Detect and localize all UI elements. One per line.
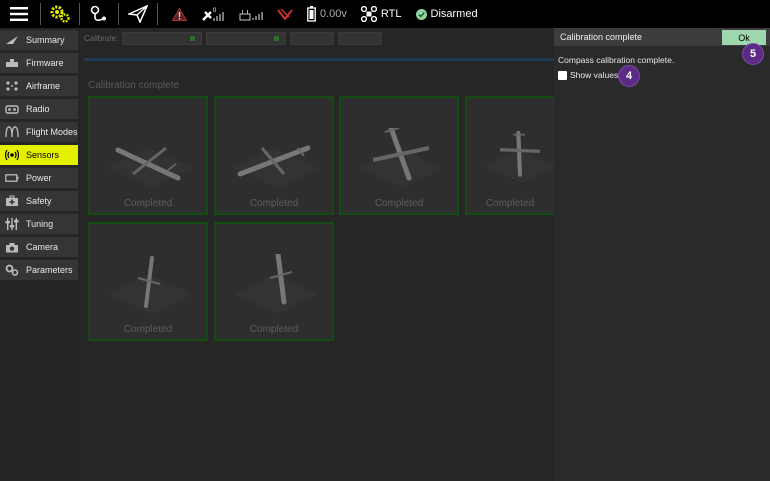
orientation-tile: Completed: [214, 96, 334, 215]
tile-status-label: Completed: [249, 324, 299, 335]
checkmark-circle-icon: [415, 8, 427, 20]
sidebar-item-label: Parameters: [26, 265, 73, 275]
calibrate-label: Calibrate:: [84, 34, 119, 43]
airframe-icon: [4, 80, 20, 92]
battery-indicator[interactable]: 0.00v: [307, 0, 347, 28]
sidebar-item-label: Camera: [26, 242, 59, 252]
power-icon: [4, 172, 20, 184]
flight-mode-indicator[interactable]: RTL: [360, 0, 402, 28]
sidebar-item-sensors[interactable]: Sensors: [0, 145, 78, 165]
calibration-complete-dialog: Calibration complete Ok Compass calibrat…: [554, 28, 770, 481]
orientation-tile: Completed: [88, 222, 208, 341]
summary-icon: [4, 34, 20, 46]
sensors-icon: [4, 149, 20, 161]
warning-icon[interactable]: [172, 0, 187, 28]
sidebar-item-flight-modes[interactable]: Flight Modes: [0, 122, 78, 142]
sidebar-item-safety[interactable]: Safety: [0, 191, 78, 211]
parameters-icon: [4, 264, 20, 276]
tuning-icon: [4, 218, 20, 230]
ok-button[interactable]: Ok: [722, 30, 766, 45]
orientation-tile: Completed: [339, 96, 459, 215]
sidebar-item-label: Summary: [26, 35, 65, 45]
sidebar-item-airframe[interactable]: Airframe: [0, 76, 78, 96]
toolbar-divider: [79, 3, 80, 25]
tile-status-label: Completed: [123, 324, 173, 335]
sidebar-item-label: Firmware: [26, 58, 64, 68]
fly-view-icon[interactable]: [121, 0, 155, 28]
vehicle-orientation-image: [234, 145, 318, 188]
vehicle-setup-gears-icon[interactable]: [43, 0, 77, 28]
sidebar-item-label: Tuning: [26, 219, 54, 229]
firmware-icon: [4, 57, 20, 69]
sidebar-item-summary[interactable]: Summary: [0, 30, 78, 50]
radio-icon: [4, 103, 20, 115]
calibrate-compass-button[interactable]: [122, 32, 203, 45]
arm-status-indicator[interactable]: Disarmed: [415, 0, 478, 28]
arm-status-label: Disarmed: [430, 8, 478, 20]
gps-icon[interactable]: 0: [201, 0, 225, 28]
sidebar-item-label: Flight Modes: [26, 127, 78, 137]
setup-sidebar: Summary Firmware Airframe Radio Flight M…: [0, 28, 80, 481]
telemetry-rssi-icon[interactable]: [277, 0, 293, 28]
calibration-status-title: Calibration complete: [88, 80, 180, 91]
sidebar-item-label: Power: [26, 173, 52, 183]
show-values-label: Show values: [570, 70, 619, 80]
svg-text:0: 0: [213, 8, 217, 14]
tile-status-label: Completed: [374, 198, 424, 209]
flight-modes-icon: [4, 126, 20, 138]
dialog-header: Calibration complete Ok: [554, 28, 770, 46]
sidebar-item-firmware[interactable]: Firmware: [0, 53, 78, 73]
sidebar-item-label: Sensors: [26, 150, 60, 160]
tile-status-label: Completed: [123, 198, 173, 209]
vehicle-orientation-image: [234, 254, 318, 314]
vehicle-orientation-image: [485, 130, 555, 183]
status-dot: [190, 36, 196, 41]
status-dot: [274, 36, 280, 41]
toolbar-divider: [157, 3, 158, 25]
orientation-tile: Completed: [88, 96, 208, 215]
safety-icon: [4, 195, 20, 207]
toolbar-divider: [40, 3, 41, 25]
sidebar-item-label: Radio: [26, 104, 50, 114]
calibration-progress-bar: [84, 58, 554, 61]
sidebar-item-label: Safety: [26, 196, 52, 206]
calibrate-level-horizon-button[interactable]: [290, 32, 335, 45]
show-values-row[interactable]: Show values: [558, 70, 618, 80]
dialog-title: Calibration complete: [560, 32, 643, 42]
sidebar-item-parameters[interactable]: Parameters: [0, 260, 78, 280]
battery-icon: [307, 6, 316, 22]
step-badge: 5: [742, 43, 764, 65]
sidebar-item-camera[interactable]: Camera: [0, 237, 78, 257]
battery-voltage: 0.00v: [320, 8, 347, 20]
show-values-checkbox[interactable]: [558, 70, 567, 80]
vehicle-orientation-image: [108, 256, 192, 314]
sidebar-item-tuning[interactable]: Tuning: [0, 214, 78, 234]
orientation-tile: Completed: [214, 222, 334, 341]
step-badge: 4: [618, 65, 640, 87]
orientation-tile: Completed: [465, 96, 555, 215]
top-toolbar: 0 0.00v RTL Disarmed: [0, 0, 770, 28]
calibrate-gyroscope-button[interactable]: [206, 32, 287, 45]
rc-rssi-icon[interactable]: [239, 0, 263, 28]
cancel-button[interactable]: [338, 32, 383, 45]
calibrate-button-row: Calibrate:: [84, 32, 383, 45]
camera-icon: [4, 241, 20, 253]
sidebar-item-power[interactable]: Power: [0, 168, 78, 188]
flight-mode-label: RTL: [380, 8, 402, 20]
dialog-message: Compass calibration complete.: [558, 55, 675, 65]
toolbar-divider: [118, 3, 119, 25]
drone-icon: [360, 6, 377, 22]
sidebar-item-radio[interactable]: Radio: [0, 99, 78, 119]
vehicle-orientation-image: [359, 128, 443, 188]
tile-status-label: Completed: [249, 198, 299, 209]
menu-icon[interactable]: [0, 0, 38, 28]
vehicle-orientation-image: [108, 146, 192, 188]
tile-status-label: Completed: [485, 198, 535, 209]
plan-flight-icon[interactable]: [82, 0, 116, 28]
sidebar-item-label: Airframe: [26, 81, 61, 91]
